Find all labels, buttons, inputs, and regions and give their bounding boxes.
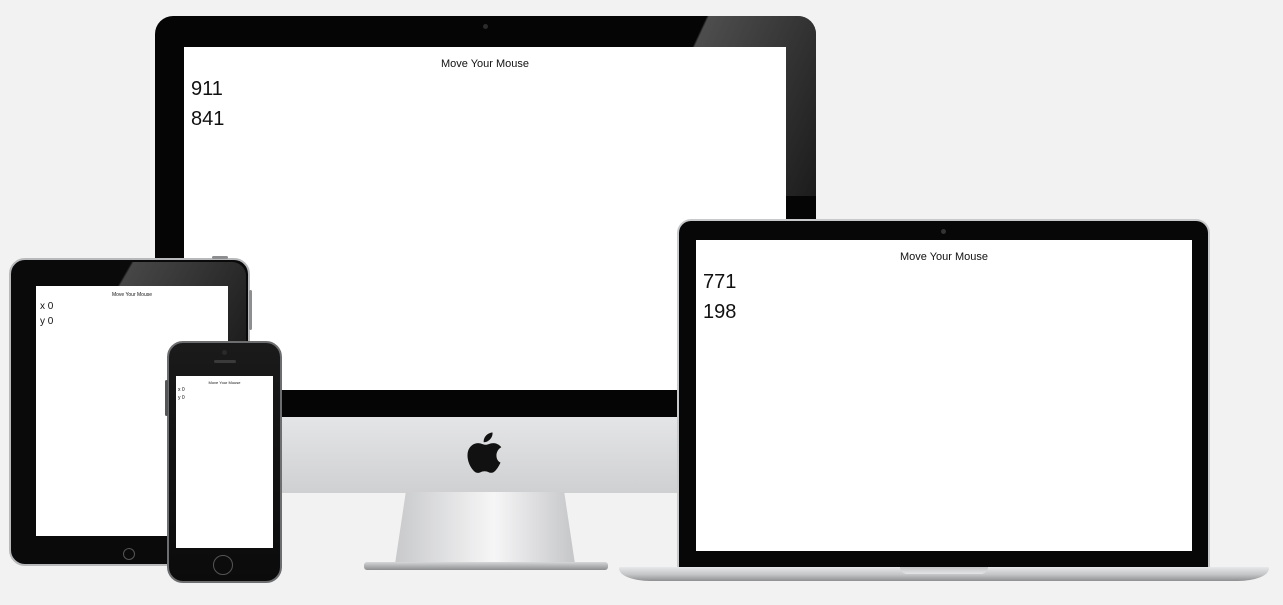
imac-foot: [364, 562, 608, 570]
macbook-x-readout: 771: [703, 271, 737, 293]
macbook-notch: [900, 567, 988, 574]
macbook-camera: [941, 229, 946, 234]
imac-page-title: Move Your Mouse: [440, 58, 530, 70]
ipad-y-readout: y 0: [40, 316, 54, 327]
imac-y-readout: 841: [191, 108, 225, 130]
macbook-screen[interactable]: Move Your Mouse 771 198: [696, 240, 1192, 551]
ipad-volume-button: [249, 290, 252, 330]
imac-camera: [483, 24, 488, 29]
iphone-y-readout: y 0: [178, 395, 185, 401]
iphone-home-button: [213, 555, 233, 575]
ipad-x-readout: x 0: [40, 301, 54, 312]
iphone-side-button: [165, 380, 168, 416]
iphone-camera: [222, 350, 227, 355]
ipad-power-button: [212, 256, 228, 259]
macbook-page-title: Move Your Mouse: [899, 251, 989, 263]
imac-x-readout: 911: [191, 78, 223, 100]
iphone-page-title: Move Your Mouse: [208, 380, 241, 385]
iphone-x-readout: x 0: [178, 387, 185, 393]
ipad-page-title: Move Your Mouse: [111, 292, 153, 298]
ipad-home-button: [123, 548, 135, 560]
iphone-screen[interactable]: Move Your Mouse x 0 y 0: [176, 376, 273, 548]
apple-logo-icon: [467, 432, 502, 473]
macbook-y-readout: 198: [703, 301, 737, 323]
iphone-speaker: [214, 360, 236, 363]
imac-stand: [395, 492, 575, 564]
